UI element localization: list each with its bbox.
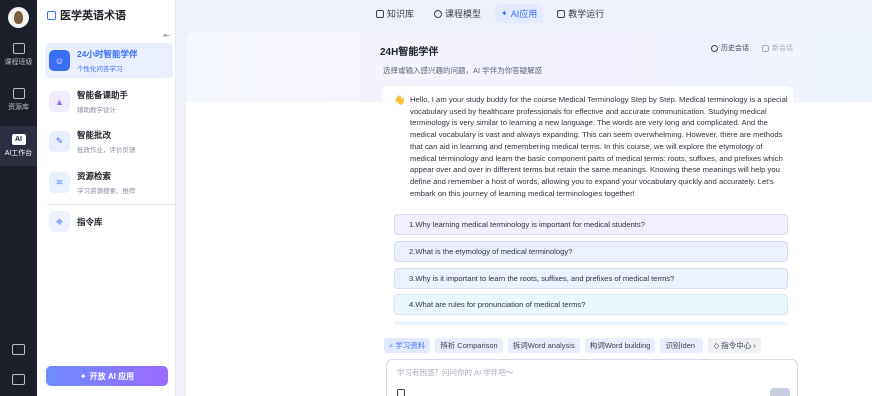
open-ai-app-button[interactable]: ✦ 开放 AI 应用: [46, 366, 168, 386]
download-icon[interactable]: [12, 344, 25, 355]
suggested-question[interactable]: 3.Why is it important to learn the roots…: [394, 268, 788, 289]
ai-app-icon: ✦: [501, 9, 508, 18]
brand: 医学英语术语: [47, 7, 126, 23]
chip-label: 学习资料: [395, 341, 426, 350]
sidebar-item-prompt-library[interactable]: ◆ 指令库: [45, 204, 173, 239]
chip-study-materials[interactable]: ⌕ 学习资料: [384, 338, 431, 353]
tab-knowledge-base[interactable]: 知识库: [370, 4, 420, 23]
teaching-icon: [557, 9, 566, 18]
rail-item-label: AI工作台: [4, 150, 33, 157]
new-chat-label: 新会话: [772, 45, 793, 52]
suggested-question-partial[interactable]: [394, 321, 788, 325]
lesson-plan-icon: ▲: [49, 91, 70, 112]
model-icon: [434, 9, 443, 18]
sidebar-item-title: 指令库: [77, 216, 103, 227]
rail-item-label: 资源库: [8, 104, 29, 111]
chat-input-box: [386, 359, 798, 396]
new-chat-button[interactable]: 新会话: [762, 43, 793, 53]
attach-icon[interactable]: [397, 389, 405, 396]
question-text: 4.What are rules for pronunciation of me…: [409, 300, 586, 309]
sidebar-item-desc: 个性化问答学习: [77, 66, 123, 73]
assistant-message-text: Hello, I am your study buddy for the cou…: [410, 95, 788, 198]
rail-item-library[interactable]: 资源库: [0, 88, 37, 112]
grading-icon: ✎: [49, 131, 70, 152]
tab-ai-app[interactable]: ✦ AI应用: [495, 4, 544, 23]
chevron-right-icon: ›: [753, 341, 756, 350]
tab-label: 知识库: [387, 9, 415, 19]
bookmark-icon: ◇: [713, 341, 720, 350]
sidebar-item-desc: 学习资源搜索、推荐: [77, 188, 136, 195]
library-icon: [12, 88, 25, 99]
tab-course-model[interactable]: 课程模型: [428, 4, 487, 23]
send-button[interactable]: [770, 388, 790, 396]
chip-prompt-center[interactable]: ◇ 指令中心 ›: [708, 338, 761, 353]
search-icon: ⌕: [389, 340, 394, 350]
sidebar-item-desc: 批改作业，评价反馈: [77, 147, 136, 154]
clock-icon: [711, 44, 718, 52]
chip-label: 识别Iden: [665, 341, 696, 350]
open-ai-app-label: 开放 AI 应用: [89, 371, 135, 381]
course-title: 医学英语术语: [60, 10, 126, 22]
search-resource-icon: ≋: [49, 172, 70, 193]
chip-comparison[interactable]: 辨析 Comparison: [435, 338, 503, 353]
ai-icon: AI: [11, 134, 26, 145]
suggested-question[interactable]: 4.What are rules for pronunciation of me…: [394, 294, 788, 315]
chip-label: 构词Word building: [589, 341, 651, 350]
sidebar-item-title: 24小时智能学伴: [77, 49, 138, 59]
question-text: 2.What is the etymology of medical termi…: [409, 247, 573, 256]
app-logo[interactable]: [8, 7, 29, 28]
chip-label: 指令中心: [721, 341, 752, 350]
app-rail: 课程班级 资源库 AI AI工作台: [0, 0, 37, 396]
course-icon: [47, 10, 56, 20]
chat-bot-icon: ☺: [49, 50, 70, 71]
chat-message: 👋 Hello, I am your study buddy for the c…: [382, 86, 793, 325]
sparkle-icon: ✦: [79, 371, 87, 381]
sidebar-item-title: 资源检索: [77, 171, 112, 181]
page-subtitle: 选择或输入感兴趣的问题，AI 学伴为你答疑解惑: [383, 66, 543, 75]
prompt-chips: ⌕ 学习资料 辨析 Comparison 拆词Word analysis 构词W…: [384, 338, 761, 353]
suggested-question[interactable]: 1.Why learning medical terminology is im…: [394, 214, 788, 235]
rail-item-classes[interactable]: 课程班级: [0, 43, 37, 67]
page-title: 24H智能学伴: [380, 47, 439, 58]
chip-label: 辨析 Comparison: [440, 341, 498, 350]
rail-item-label: 课程班级: [4, 59, 33, 66]
tab-label: 教学运行: [568, 9, 605, 19]
sidebar-item-title: 智能备课助手: [77, 90, 129, 100]
chip-word-analysis[interactable]: 拆词Word analysis: [507, 338, 580, 353]
wave-icon: 👋: [394, 95, 406, 105]
class-icon: [12, 43, 25, 54]
suggested-question[interactable]: 2.What is the etymology of medical termi…: [394, 241, 788, 262]
history-button[interactable]: 历史会话: [711, 43, 749, 53]
collapse-sidebar-icon[interactable]: ⇤: [163, 31, 170, 40]
knowledge-icon: [376, 9, 384, 18]
history-label: 历史会话: [721, 45, 749, 52]
question-text: 3.Why is it important to learn the roots…: [409, 274, 675, 283]
tab-teaching-operation[interactable]: 教学运行: [551, 4, 610, 23]
sidebar-item-study-buddy[interactable]: ☺ 24小时智能学伴 个性化问答学习: [45, 43, 173, 78]
sidebar-item-desc: 辅助教学设计: [77, 107, 116, 114]
chip-label: 拆词Word analysis: [512, 341, 575, 350]
tab-label: 课程模型: [445, 9, 482, 19]
chip-identification[interactable]: 识别Iden: [660, 338, 704, 353]
sidebar-item-title: 智能批改: [77, 130, 112, 140]
sidebar-item-grading[interactable]: ✎ 智能批改 批改作业，评价反馈: [45, 124, 173, 159]
sidebar: 医学英语术语 ⇤ ☺ 24小时智能学伴 个性化问答学习 ▲ 智能备课助手 辅助教…: [37, 0, 176, 396]
toolbox-icon[interactable]: [12, 374, 25, 385]
new-chat-icon: [762, 44, 769, 52]
chat-input[interactable]: [397, 368, 737, 377]
question-text: 1.Why learning medical terminology is im…: [409, 220, 645, 229]
prompt-library-icon: ◆: [49, 211, 70, 232]
chip-word-building[interactable]: 构词Word building: [584, 338, 656, 353]
rail-item-ai-workbench[interactable]: AI AI工作台: [0, 126, 37, 166]
sidebar-item-lesson-assistant[interactable]: ▲ 智能备课助手 辅助教学设计: [45, 84, 173, 119]
sidebar-item-resource-search[interactable]: ≋ 资源检索 学习资源搜索、推荐: [45, 165, 173, 200]
top-tabs: 知识库 课程模型 ✦ AI应用 教学运行: [370, 4, 610, 23]
tab-label: AI应用: [510, 9, 538, 19]
